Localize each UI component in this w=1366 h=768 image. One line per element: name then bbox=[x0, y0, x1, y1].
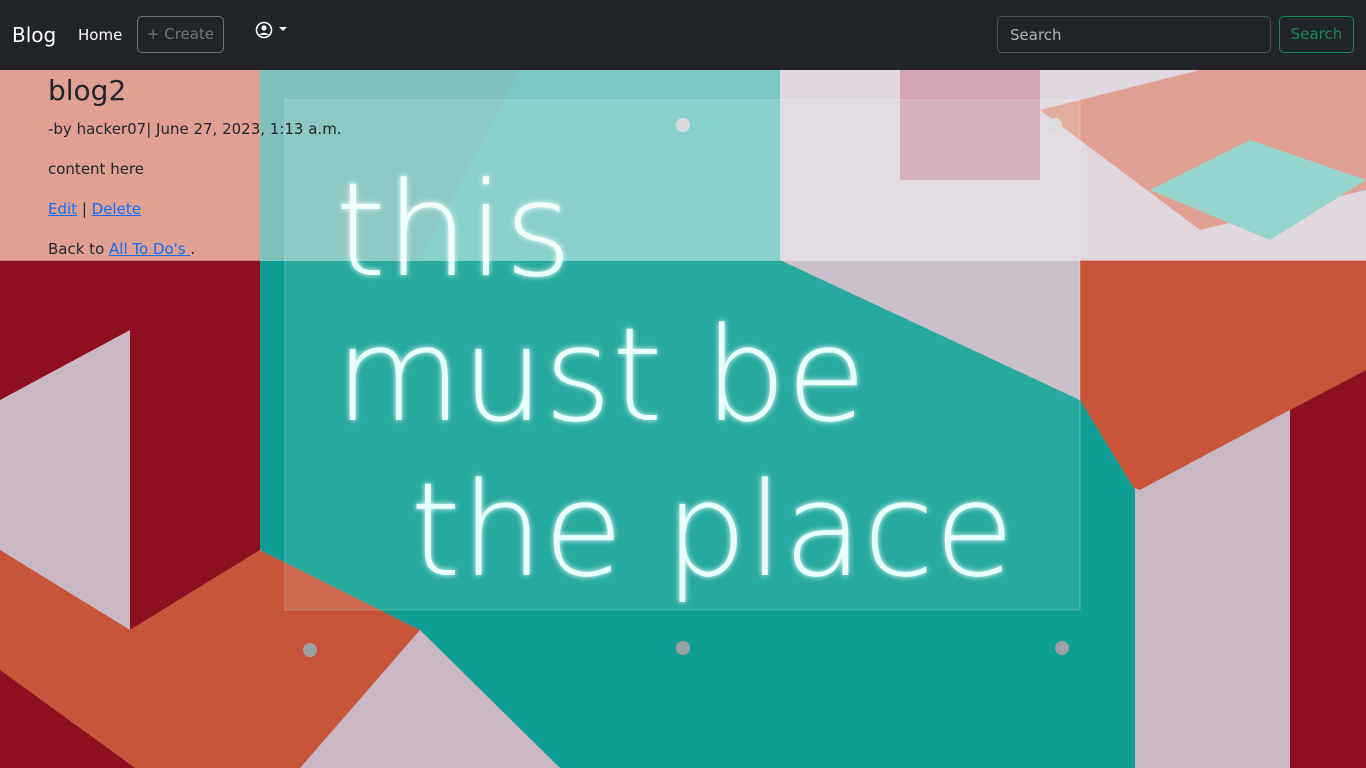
neon-line-3: the place bbox=[410, 454, 1014, 606]
meta-separator: | bbox=[146, 120, 157, 138]
caret-down-icon bbox=[279, 27, 287, 31]
post-date: June 27, 2023, 1:13 a.m. bbox=[156, 120, 342, 138]
user-dropdown-toggle[interactable] bbox=[254, 20, 290, 42]
search-button[interactable]: Search bbox=[1279, 16, 1354, 53]
brand-link[interactable]: Blog bbox=[12, 20, 56, 50]
header-overlay bbox=[0, 70, 1366, 261]
back-prefix: Back to bbox=[48, 240, 110, 258]
create-button[interactable]: + Create bbox=[137, 16, 224, 53]
back-suffix: . bbox=[190, 240, 196, 258]
nav-home-link[interactable]: Home bbox=[78, 24, 122, 46]
user-circle-icon bbox=[255, 21, 287, 39]
edit-link[interactable]: Edit bbox=[48, 200, 77, 218]
top-navbar: Blog Home + Create Search bbox=[0, 0, 1366, 70]
post-actions: Edit | Delete bbox=[48, 199, 141, 219]
meta-prefix: -by bbox=[48, 120, 77, 138]
post-content: content here bbox=[48, 160, 144, 178]
delete-link[interactable]: Delete bbox=[92, 200, 141, 218]
actions-separator: | bbox=[77, 200, 92, 218]
neon-line-2: must be bbox=[335, 299, 867, 451]
post-title: blog2 bbox=[48, 74, 127, 107]
search-input[interactable] bbox=[997, 16, 1271, 53]
post-meta: -by hacker07| June 27, 2023, 1:13 a.m. bbox=[48, 119, 342, 139]
post-author: hacker07 bbox=[76, 120, 147, 138]
back-line: Back to All To Do's . bbox=[48, 239, 195, 259]
all-todos-link[interactable]: All To Do's bbox=[109, 240, 190, 258]
